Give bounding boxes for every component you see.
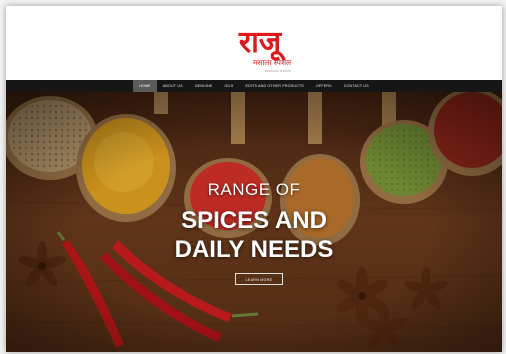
browser-page: राजू मसाला स्पेशल premium quality HOME A… <box>6 6 502 352</box>
nav-about-us[interactable]: ABOUT US <box>157 80 189 92</box>
main-navigation: HOME ABOUT US GENUINE OILS EDITS AND OTH… <box>6 80 502 92</box>
logo-wordmark: राजू <box>238 25 286 61</box>
hero-banner: RANGE OF SPICES AND DAILY NEEDS LEARN MO… <box>6 92 502 352</box>
nav-offers[interactable]: OFFERS <box>310 80 338 92</box>
hero-headline: SPICES AND DAILY NEEDS <box>6 206 502 264</box>
hero-kicker: RANGE OF <box>207 180 301 199</box>
nav-home[interactable]: HOME <box>133 80 157 92</box>
logo-subtitle: मसाला स्पेशल <box>253 58 292 67</box>
nav-oils[interactable]: OILS <box>218 80 239 92</box>
site-header: राजू मसाला स्पेशल premium quality <box>6 6 502 80</box>
hero-headline-line-1: SPICES AND <box>181 207 327 234</box>
learn-more-button[interactable]: LEARN MORE <box>235 273 283 285</box>
logo-tagline: premium quality <box>265 69 291 73</box>
brand-logo[interactable]: राजू मसाला स्पेशल premium quality <box>212 18 308 76</box>
hero-headline-line-2: DAILY NEEDS <box>174 236 334 263</box>
nav-edits-and-other-products[interactable]: EDITS AND OTHER PRODUCTS <box>239 80 310 92</box>
nav-contact-us[interactable]: CONTACT US <box>338 80 375 92</box>
nav-genuine[interactable]: GENUINE <box>189 80 219 92</box>
